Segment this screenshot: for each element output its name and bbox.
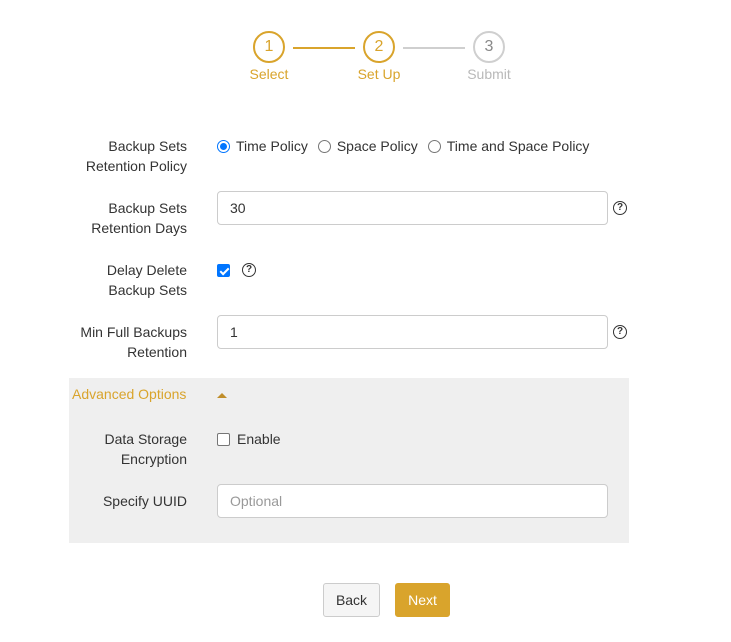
retention-days-label: Backup Sets Retention Days [91, 200, 187, 236]
step-select: 1 Select [229, 31, 309, 82]
specify-uuid-label: Specify UUID [102, 493, 187, 509]
help-icon[interactable]: ? [613, 325, 627, 339]
radio-button[interactable] [427, 139, 441, 153]
delay-delete-label: Delay Delete Backup Sets [106, 262, 187, 298]
step-submit: 3 Submit [449, 31, 529, 82]
radio-space-policy[interactable]: Space Policy [317, 138, 418, 154]
retention-policy-label: Backup Sets Retention Policy [85, 138, 187, 174]
step-label: Select [249, 66, 289, 82]
help-icon[interactable]: ? [613, 201, 627, 215]
uuid-input[interactable] [217, 484, 608, 518]
step-label: Set Up [357, 66, 401, 82]
min-full-backups-label: Min Full Backups Retention [80, 324, 187, 360]
data-storage-encryption-label: Data Storage Encryption [104, 431, 188, 467]
step-label: Submit [467, 66, 511, 82]
radio-label: Space Policy [336, 138, 418, 154]
radio-label: Time and Space Policy [446, 138, 590, 154]
radio-time-policy[interactable]: Time Policy [217, 138, 308, 154]
next-button[interactable]: Next [395, 583, 450, 617]
step-number: 2 [363, 31, 395, 63]
retention-days-input[interactable] [217, 191, 608, 225]
radio-time-and-space-policy[interactable]: Time and Space Policy [427, 138, 590, 154]
radio-button[interactable] [317, 139, 331, 153]
min-full-backups-input[interactable] [217, 315, 608, 349]
retention-policy-radio-group: Time Policy Space Policy Time and Space … [217, 136, 599, 156]
encryption-enable-label[interactable]: Enable [237, 429, 281, 449]
help-icon[interactable]: ? [242, 263, 256, 277]
caret-up-icon[interactable] [217, 393, 227, 398]
advanced-options-toggle[interactable]: Advanced Options [72, 384, 186, 404]
step-number: 1 [253, 31, 285, 63]
back-button[interactable]: Back [323, 583, 380, 617]
delay-delete-checkbox[interactable] [217, 264, 230, 277]
step-setup: 2 Set Up [339, 31, 419, 82]
step-number: 3 [473, 31, 505, 63]
radio-button[interactable] [217, 139, 230, 153]
encryption-enable-checkbox[interactable] [217, 433, 230, 446]
radio-label: Time Policy [236, 138, 308, 154]
